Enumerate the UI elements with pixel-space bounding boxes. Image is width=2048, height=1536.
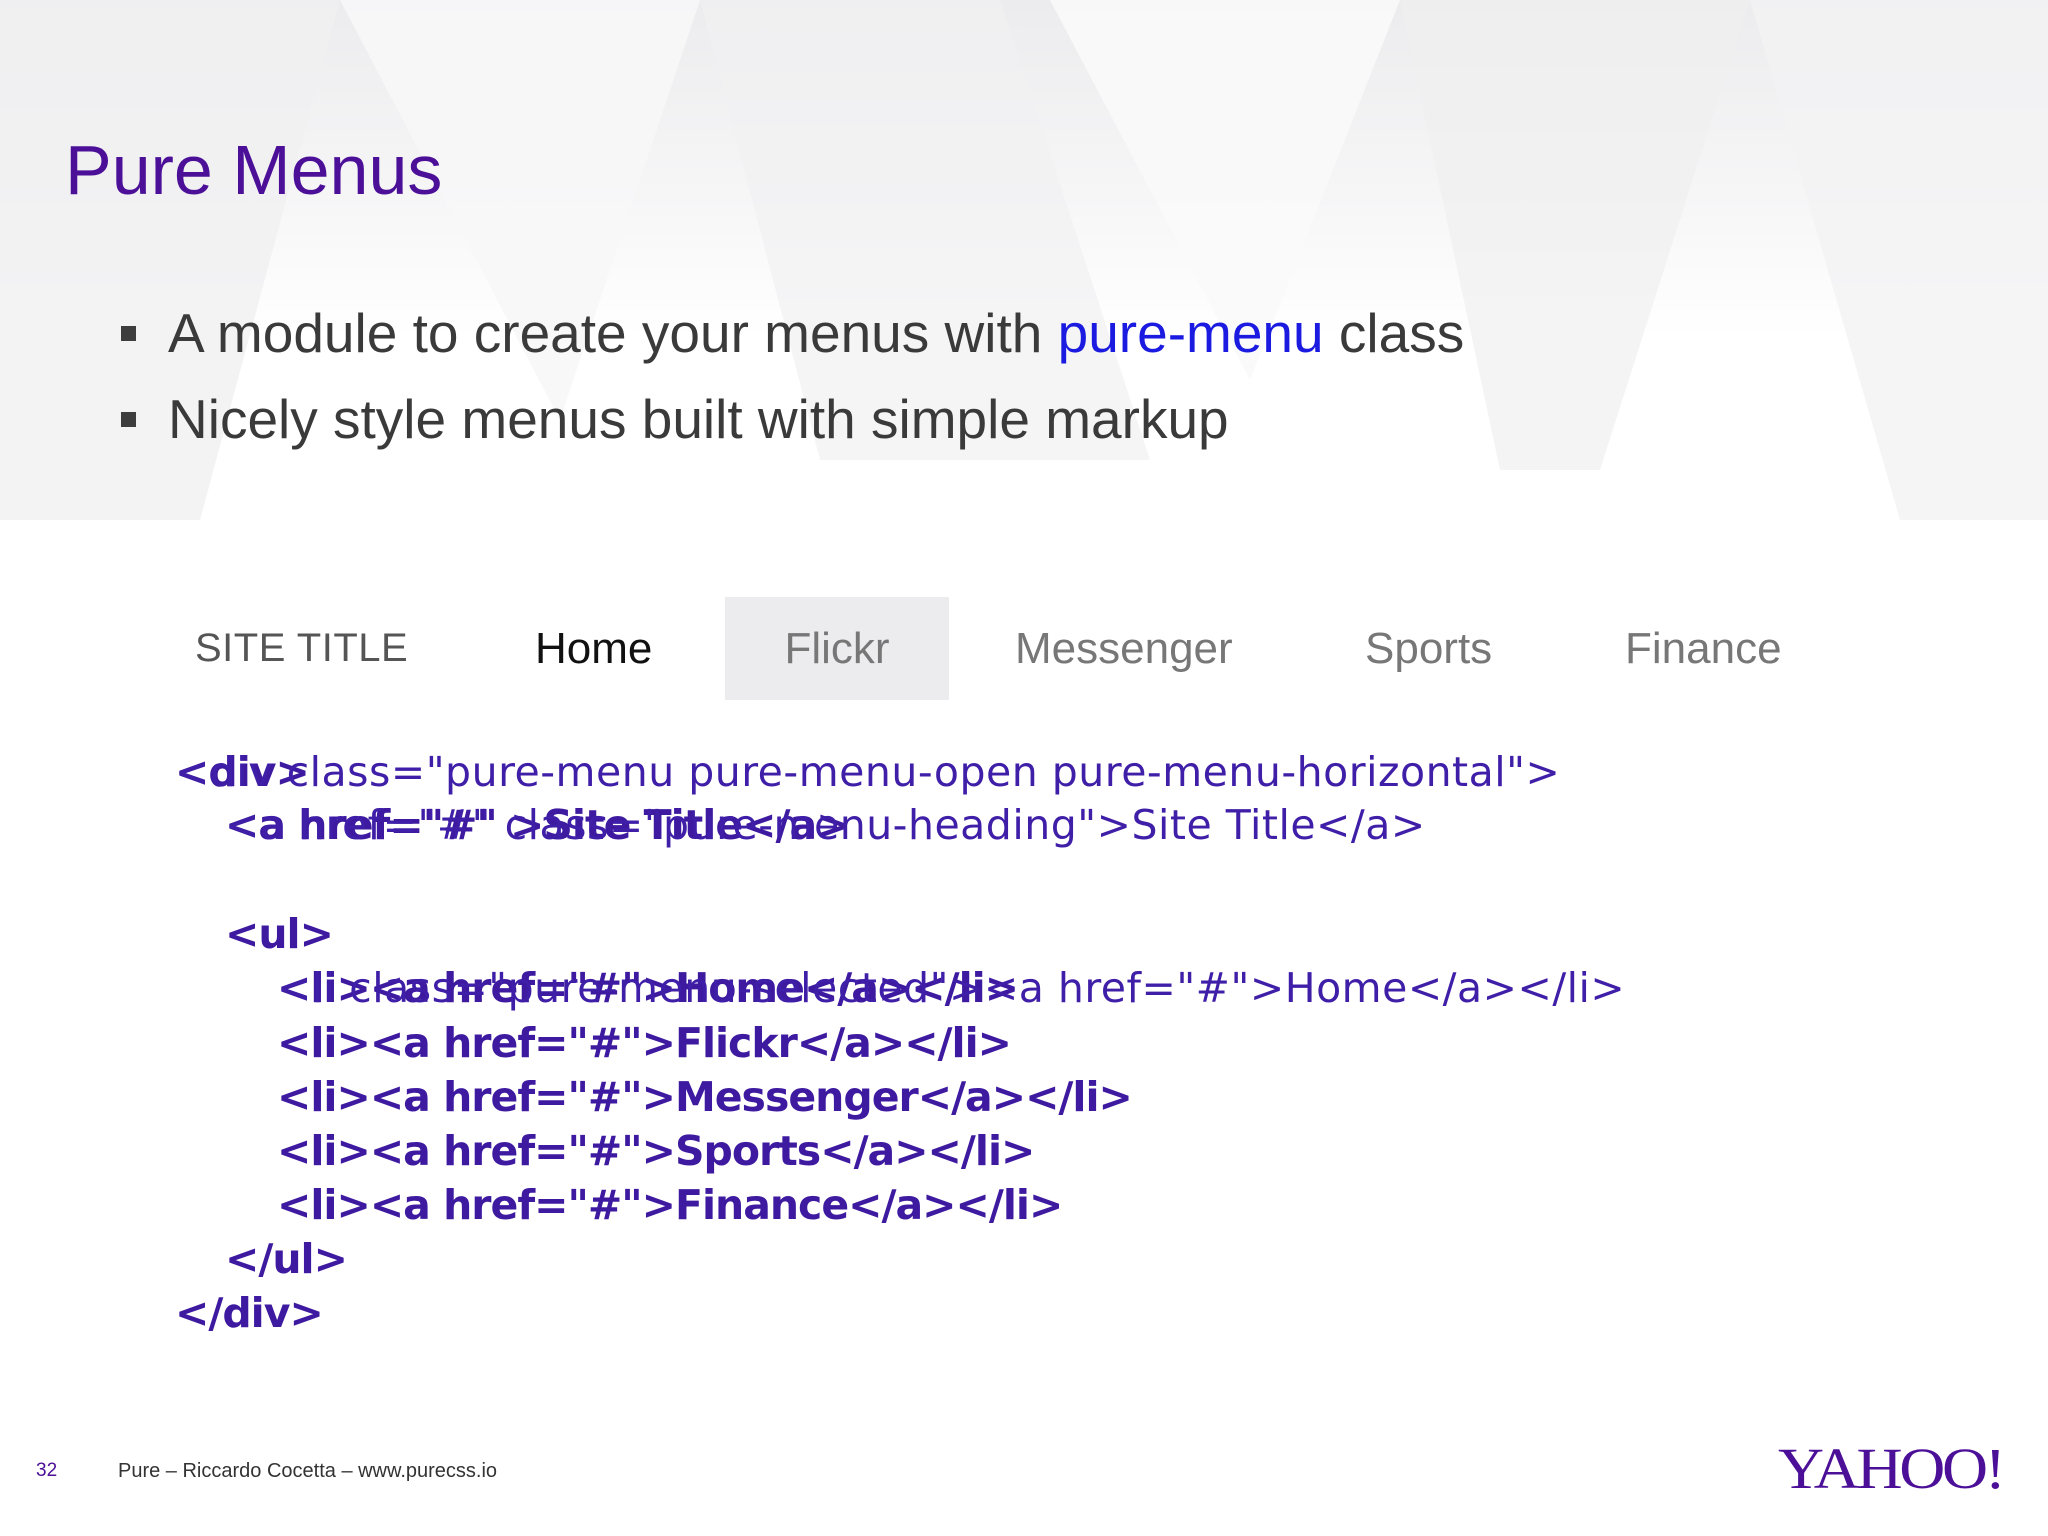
code-line: <li><a href="#">Finance</a></li> (277, 1181, 1063, 1229)
pure-menu-highlight: pure-menu (1057, 302, 1324, 364)
menu-item-finance[interactable]: Finance (1625, 597, 1782, 700)
menu-item-messenger[interactable]: Messenger (1015, 597, 1233, 700)
bullet-item: A module to create your menus with pure-… (118, 290, 1464, 376)
bullet-item: Nicely style menus built with simple mar… (118, 376, 1464, 462)
code-line: <li><a href="#">Messenger</a></li> (277, 1073, 1133, 1121)
code-line-thin: <a href="#" class="pure-menu-heading">Si… (225, 801, 1426, 849)
menu-heading: SITE TITLE (195, 626, 409, 670)
menu-item-sports[interactable]: Sports (1365, 597, 1492, 700)
slide-title: Pure Menus (65, 131, 443, 209)
bullet-list: A module to create your menus with pure-… (118, 290, 1464, 462)
code-line: <ul> (225, 910, 334, 958)
code-line-thin: <li class="pure-menu-selected"><a href="… (277, 964, 1626, 1012)
menu-item-flickr[interactable]: Flickr (725, 597, 949, 700)
menu-item-home[interactable]: Home (535, 597, 652, 700)
page-number: 32 (36, 1460, 58, 1481)
code-line: <li><a href="#">Flickr</a></li> (277, 1019, 1012, 1067)
square-bullet-icon (121, 326, 136, 341)
code-line: </div> (175, 1289, 324, 1337)
footer-text: Pure – Riccardo Cocetta – www.purecss.io (118, 1460, 498, 1482)
menu-demo: SITE TITLE Home Flickr Messenger Sports … (165, 597, 1815, 700)
code-sample: <div> <div class="pure-menu pure-menu-op… (175, 752, 1675, 1352)
yahoo-logo: YAHOO! (1778, 1436, 2006, 1501)
code-line-thin: <div class="pure-menu pure-menu-open pur… (175, 748, 1561, 796)
code-line: </ul> (225, 1235, 348, 1283)
square-bullet-icon (121, 412, 136, 427)
code-line: <li><a href="#">Sports</a></li> (277, 1127, 1035, 1175)
